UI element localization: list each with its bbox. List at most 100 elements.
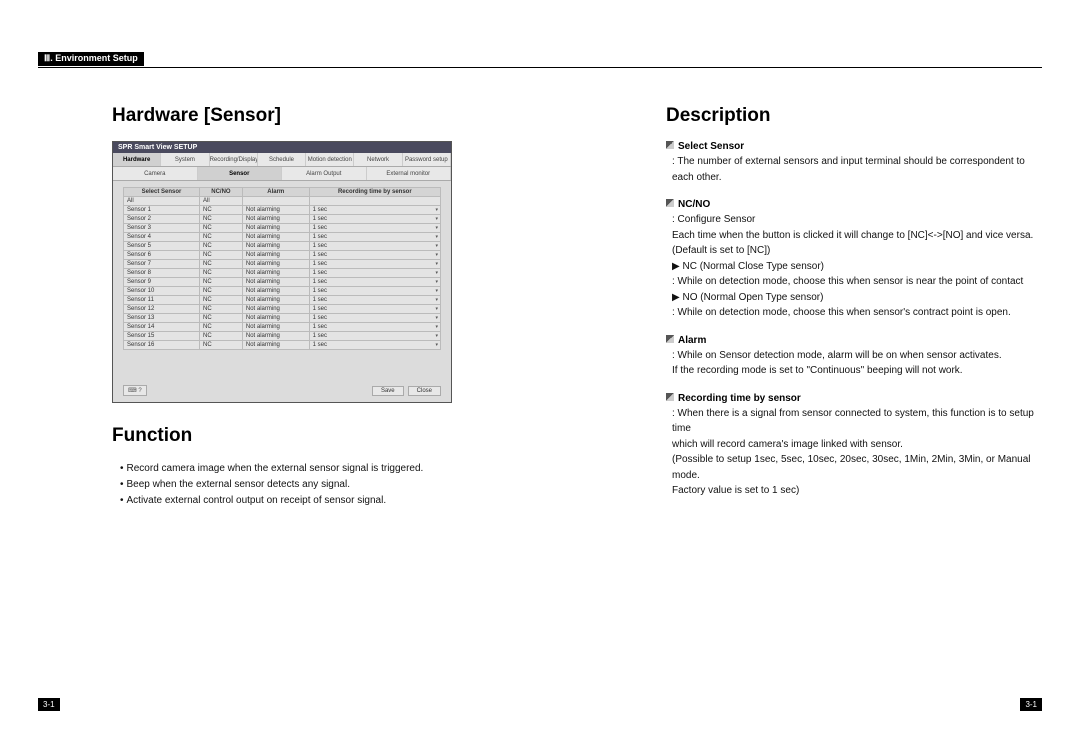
table-cell[interactable]: Not alarming — [242, 332, 309, 341]
description-line: : When there is a signal from sensor con… — [672, 406, 1036, 437]
table-cell[interactable]: All — [200, 197, 243, 206]
table-row: Sensor 5NCNot alarming1 sec — [124, 242, 441, 251]
description-line: : While on detection mode, choose this w… — [672, 274, 1036, 290]
table-cell[interactable]: Not alarming — [242, 323, 309, 332]
table-cell[interactable]: NC — [200, 314, 243, 323]
item-title-text: NC/NO — [678, 199, 710, 210]
tab-hardware[interactable]: Hardware — [113, 153, 161, 166]
description-line: (Default is set to [NC]) — [672, 243, 1036, 259]
table-cell[interactable] — [242, 197, 309, 206]
table-cell[interactable]: NC — [200, 260, 243, 269]
tab-password-setup[interactable]: Password setup — [403, 153, 451, 166]
description-line: ▶ NO (Normal Open Type sensor) — [672, 290, 1036, 306]
table-cell[interactable]: Not alarming — [242, 269, 309, 278]
item-marker-icon — [666, 393, 674, 401]
table-cell[interactable]: Not alarming — [242, 260, 309, 269]
bullet-text: Beep when the external sensor detects an… — [127, 477, 350, 493]
table-cell[interactable]: 1 sec — [309, 260, 440, 269]
table-cell[interactable]: Not alarming — [242, 251, 309, 260]
table-cell[interactable]: NC — [200, 305, 243, 314]
table-cell[interactable]: 1 sec — [309, 269, 440, 278]
table-row: Sensor 15NCNot alarming1 sec — [124, 332, 441, 341]
tab-network[interactable]: Network — [354, 153, 402, 166]
table-cell: Sensor 2 — [124, 215, 200, 224]
help-button[interactable]: ⌨ ? — [123, 385, 147, 396]
table-cell[interactable]: Not alarming — [242, 233, 309, 242]
table-cell[interactable]: 1 sec — [309, 341, 440, 350]
table-cell[interactable]: 1 sec — [309, 278, 440, 287]
chapter-label: Ⅲ. Environment Setup — [38, 52, 144, 66]
table-cell[interactable]: 1 sec — [309, 332, 440, 341]
table-cell: Sensor 3 — [124, 224, 200, 233]
table-cell[interactable]: Not alarming — [242, 278, 309, 287]
table-cell[interactable]: 1 sec — [309, 305, 440, 314]
table-row: Sensor 11NCNot alarming1 sec — [124, 296, 441, 305]
table-cell[interactable]: 1 sec — [309, 206, 440, 215]
table-cell[interactable]: NC — [200, 251, 243, 260]
table-cell[interactable]: NC — [200, 287, 243, 296]
table-cell[interactable]: NC — [200, 332, 243, 341]
table-cell[interactable]: 1 sec — [309, 224, 440, 233]
table-cell[interactable]: 1 sec — [309, 251, 440, 260]
subtab-alarm-output[interactable]: Alarm Output — [282, 167, 367, 180]
table-cell[interactable]: 1 sec — [309, 323, 440, 332]
table-cell[interactable]: Not alarming — [242, 215, 309, 224]
table-cell[interactable]: NC — [200, 242, 243, 251]
tab-schedule[interactable]: Schedule — [258, 153, 306, 166]
table-cell[interactable]: Not alarming — [242, 242, 309, 251]
subtab-sensor[interactable]: Sensor — [198, 167, 283, 180]
description-item-title: NC/NO — [666, 199, 1036, 210]
table-cell[interactable]: NC — [200, 323, 243, 332]
description-line: ▶ NC (Normal Close Type sensor) — [672, 259, 1036, 275]
table-cell: Sensor 5 — [124, 242, 200, 251]
function-bullet: •Record camera image when the external s… — [112, 461, 472, 477]
item-marker-icon — [666, 335, 674, 343]
heading-function: Function — [112, 425, 472, 447]
table-cell[interactable]: 1 sec — [309, 314, 440, 323]
subtab-camera[interactable]: Camera — [113, 167, 198, 180]
table-row: Sensor 6NCNot alarming1 sec — [124, 251, 441, 260]
page-header: Ⅲ. Environment Setup — [38, 52, 1042, 66]
description-line: which will record camera's image linked … — [672, 437, 1036, 453]
table-cell[interactable]: NC — [200, 341, 243, 350]
description-line: : Configure Sensor — [672, 212, 1036, 228]
subtab-external-monitor[interactable]: External monitor — [367, 167, 452, 180]
table-cell[interactable]: 1 sec — [309, 242, 440, 251]
save-button[interactable]: Save — [372, 386, 404, 396]
table-row: Sensor 10NCNot alarming1 sec — [124, 287, 441, 296]
table-cell[interactable]: 1 sec — [309, 233, 440, 242]
table-cell[interactable] — [309, 197, 440, 206]
table-cell[interactable]: NC — [200, 278, 243, 287]
table-cell[interactable]: NC — [200, 206, 243, 215]
table-cell[interactable]: Not alarming — [242, 305, 309, 314]
table-cell[interactable]: NC — [200, 269, 243, 278]
description-line: : While on detection mode, choose this w… — [672, 305, 1036, 321]
table-cell[interactable]: NC — [200, 224, 243, 233]
tab-motion-detection[interactable]: Motion detection — [306, 153, 354, 166]
table-cell: Sensor 10 — [124, 287, 200, 296]
table-cell[interactable]: NC — [200, 296, 243, 305]
tab-system[interactable]: System — [161, 153, 209, 166]
table-cell[interactable]: Not alarming — [242, 341, 309, 350]
table-cell[interactable]: NC — [200, 215, 243, 224]
table-cell[interactable]: Not alarming — [242, 296, 309, 305]
item-title-text: Alarm — [678, 335, 706, 346]
table-cell[interactable]: NC — [200, 233, 243, 242]
table-cell[interactable]: Not alarming — [242, 224, 309, 233]
table-cell[interactable]: Not alarming — [242, 287, 309, 296]
table-cell: Sensor 16 — [124, 341, 200, 350]
header-rule — [38, 67, 1042, 68]
tab-recording-display[interactable]: Recording/Display — [210, 153, 258, 166]
table-cell[interactable]: 1 sec — [309, 296, 440, 305]
table-cell[interactable]: Not alarming — [242, 314, 309, 323]
description-item: Select Sensor: The number of external se… — [666, 141, 1036, 185]
close-button[interactable]: Close — [408, 386, 441, 396]
table-cell: Sensor 9 — [124, 278, 200, 287]
table-cell[interactable]: 1 sec — [309, 287, 440, 296]
table-cell: Sensor 11 — [124, 296, 200, 305]
description-line: Each time when the button is clicked it … — [672, 228, 1036, 244]
table-cell[interactable]: 1 sec — [309, 215, 440, 224]
description-item-body: : When there is a signal from sensor con… — [666, 406, 1036, 499]
table-row: Sensor 3NCNot alarming1 sec — [124, 224, 441, 233]
table-cell[interactable]: Not alarming — [242, 206, 309, 215]
